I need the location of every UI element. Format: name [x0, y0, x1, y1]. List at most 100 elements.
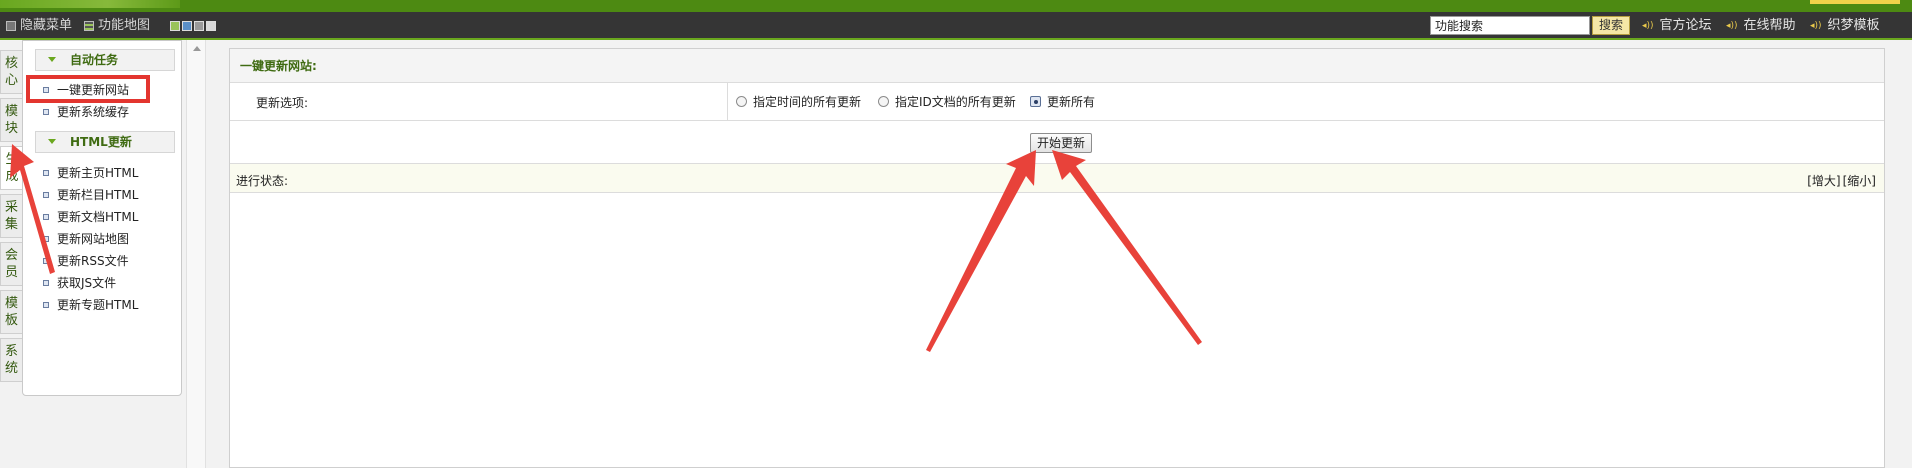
tab-collect[interactable]: 采集 [0, 194, 22, 238]
menu-item-label: 更新RSS文件 [57, 254, 129, 268]
tab-modules[interactable]: 模块 [0, 98, 22, 142]
menu-item-label: 更新专题HTML [57, 298, 139, 312]
page-title: 一键更新网站: [230, 49, 1884, 83]
category-tabs: 核心 模块 生成 采集 会员 模板 系统 [0, 50, 24, 382]
skin-light-swatch[interactable] [206, 21, 216, 31]
grid-icon [84, 21, 94, 31]
search-input[interactable] [1430, 16, 1590, 35]
signal-icon: ◂)) [1642, 21, 1654, 31]
skin-gray-swatch[interactable] [194, 21, 204, 31]
column-divider [727, 83, 728, 121]
radio-by-time[interactable]: 指定时间的所有更新 [736, 93, 861, 110]
bullet-icon [43, 258, 49, 264]
status-actions: [增大] [缩小] [1807, 172, 1876, 189]
hide-menu-button[interactable]: 隐藏菜单 [6, 18, 72, 34]
bullet-icon [43, 109, 49, 115]
radio-circle[interactable] [736, 96, 747, 107]
tab-core[interactable]: 核心 [0, 50, 22, 94]
tab-system[interactable]: 系统 [0, 338, 22, 382]
radio-circle[interactable] [878, 96, 889, 107]
menu-item-update-columns[interactable]: 更新栏目HTML [43, 186, 138, 204]
menu-item-update-topics[interactable]: 更新专题HTML [43, 296, 138, 314]
bullet-icon [43, 302, 49, 308]
tab-char: 心 [4, 73, 18, 88]
collapse-arrow-icon[interactable] [193, 46, 201, 51]
shrink-link[interactable]: [缩小] [1843, 172, 1876, 189]
radio-label: 指定时间的所有更新 [753, 95, 862, 109]
radio-by-id[interactable]: 指定ID文档的所有更新 [878, 93, 1016, 110]
menu-item-update-rss[interactable]: 更新RSS文件 [43, 252, 129, 270]
menu-item-update-sitemap[interactable]: 更新网站地图 [43, 230, 129, 248]
help-link[interactable]: ◂)) 在线帮助 [1726, 18, 1796, 34]
menu-item-update-cache[interactable]: 更新系统缓存 [43, 103, 129, 121]
radio-label: 更新所有 [1047, 95, 1096, 109]
skin-green-swatch[interactable] [170, 21, 180, 31]
tab-members[interactable]: 会员 [0, 242, 22, 286]
logo-strip [0, 0, 180, 8]
signal-icon: ◂)) [1726, 21, 1738, 31]
radio-label: 指定ID文档的所有更新 [895, 95, 1016, 109]
section-title: HTML更新 [70, 135, 132, 149]
tab-char: 会 [4, 248, 18, 263]
menu-item-update-docs[interactable]: 更新文档HTML [43, 208, 138, 226]
top-toolbar: 隐藏菜单 功能地图 搜索 ◂)) 官方论坛 ◂)) 在线帮助 ◂)) 织梦模板 [0, 12, 1912, 40]
options-row: 更新选项: 指定时间的所有更新 指定ID文档的所有更新 更新所有 [230, 83, 1884, 121]
menu-item-label: 更新系统缓存 [57, 105, 130, 119]
bullet-icon [43, 214, 49, 220]
section-title: 自动任务 [70, 53, 119, 67]
menu-item-label: 更新文档HTML [57, 210, 139, 224]
forum-link[interactable]: ◂)) 官方论坛 [1642, 18, 1712, 34]
templates-label: 织梦模板 [1827, 18, 1880, 33]
tab-char: 员 [4, 265, 18, 280]
site-map-label: 功能地图 [98, 18, 151, 33]
highlight-box [26, 75, 150, 103]
forum-label: 官方论坛 [1659, 18, 1712, 33]
bullet-icon [43, 236, 49, 242]
section-auto-tasks[interactable]: 自动任务 [35, 49, 175, 71]
top-banner [0, 0, 1912, 12]
menu-item-label: 更新主页HTML [57, 166, 139, 180]
skin-blue-swatch[interactable] [182, 21, 192, 31]
start-update-button[interactable]: 开始更新 [1030, 133, 1092, 153]
search-button[interactable]: 搜索 [1592, 16, 1630, 35]
skin-swatches [170, 21, 216, 31]
menu-item-label: 获取JS文件 [57, 276, 117, 290]
radio-update-all[interactable]: 更新所有 [1030, 93, 1095, 110]
section-html-update[interactable]: HTML更新 [35, 131, 175, 153]
tab-char: 集 [4, 217, 18, 232]
bullet-icon [43, 170, 49, 176]
status-row: 进行状态: [增大] [缩小] [230, 163, 1884, 193]
hide-menu-label: 隐藏菜单 [20, 18, 73, 33]
tab-generate[interactable]: 生成 [0, 146, 24, 190]
site-map-button[interactable]: 功能地图 [84, 18, 150, 34]
bullet-icon [43, 280, 49, 286]
tab-char: 生 [5, 152, 19, 167]
tab-char: 块 [4, 121, 18, 136]
tab-char: 核 [4, 56, 18, 71]
status-label: 进行状态: [236, 174, 289, 188]
tab-char: 成 [5, 169, 19, 184]
chevron-down-icon [48, 139, 56, 144]
help-label: 在线帮助 [1743, 18, 1796, 33]
tab-templates[interactable]: 模板 [0, 290, 22, 334]
menu-item-label: 更新网站地图 [57, 232, 130, 246]
menu-item-label: 更新栏目HTML [57, 188, 139, 202]
tab-char: 统 [4, 361, 18, 376]
tab-char: 系 [4, 344, 18, 359]
enlarge-link[interactable]: [增大] [1807, 172, 1840, 189]
bullet-icon [43, 192, 49, 198]
menu-item-get-js[interactable]: 获取JS文件 [43, 274, 116, 292]
signal-icon: ◂)) [1810, 21, 1822, 31]
main-panel: 一键更新网站: 更新选项: 指定时间的所有更新 指定ID文档的所有更新 更新所有… [229, 48, 1885, 468]
panel-splitter[interactable] [186, 40, 206, 468]
banner-badge [1810, 0, 1900, 4]
menu-item-update-home[interactable]: 更新主页HTML [43, 164, 138, 182]
tab-char: 板 [4, 313, 18, 328]
chevron-down-icon [48, 57, 56, 62]
option-label: 更新选项: [256, 96, 309, 110]
tab-char: 模 [4, 104, 18, 119]
tab-char: 模 [4, 296, 18, 311]
templates-link[interactable]: ◂)) 织梦模板 [1810, 18, 1880, 34]
hide-menu-icon [6, 21, 16, 31]
radio-circle-selected[interactable] [1030, 96, 1041, 107]
